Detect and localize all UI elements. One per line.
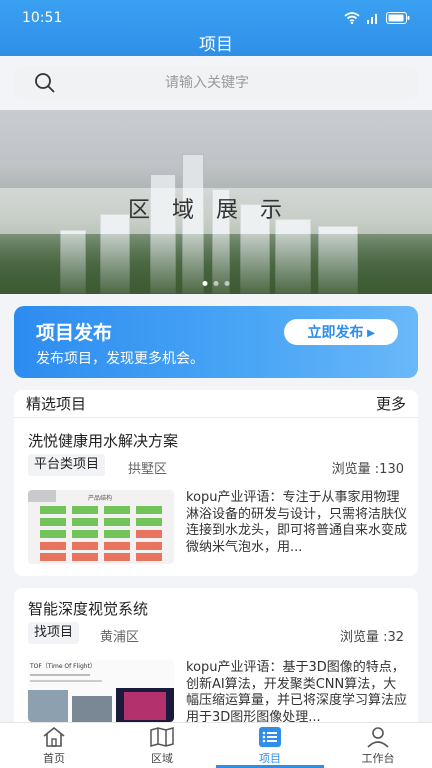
project-thumbnail[interactable]: TOF（Time Of Flight） [28,660,174,722]
thumbnail-label: 产品结构 [88,494,112,502]
project-district: 黄浦区 [100,630,140,645]
map-icon [150,726,174,747]
banner-carousel[interactable]: 区域展示 [0,110,432,294]
banner-caption: 区域展示 [0,188,432,234]
battery-icon [386,12,410,24]
carousel-dots [202,281,230,286]
tab-home[interactable]: 首页 [0,723,108,768]
project-card[interactable]: 智能深度视觉系统 找项目 黄浦区 浏览量 :32 TOF（Time Of Fli… [14,588,418,722]
page-title: 项目 [199,35,233,55]
project-title[interactable]: 智能深度视觉系统 [28,598,148,619]
project-district: 拱墅区 [128,462,168,477]
publish-project-card[interactable]: 项目发布 发布项目，发现更多机会。 立即发布 ▸ [14,306,418,378]
wifi-icon [344,12,360,24]
search-input[interactable] [56,75,358,91]
project-views: 浏览量 :130 [331,462,404,477]
project-tag: 平台类项目 [28,454,106,476]
publish-title: 项目发布 [36,322,113,344]
project-views: 浏览量 :32 [339,630,404,645]
more-link[interactable]: 更多 [376,393,406,414]
thumbnail-label: TOF（Time Of Flight） [29,663,96,670]
user-icon [367,726,389,748]
publish-now-button[interactable]: 立即发布 ▸ [284,319,398,345]
project-title[interactable]: 洗悦健康用水解决方案 [28,430,178,451]
status-bar: 10:51 [22,8,410,28]
tab-workbench[interactable]: 工作台 [324,723,432,768]
project-description: kopu产业评语：专注于从事家用物理淋浴设备的研发与设计，只需将洁肤仪连接到水龙… [186,490,408,555]
tab-region[interactable]: 区域 [108,723,216,768]
tab-projects[interactable]: 项目 [216,723,324,768]
search-bar[interactable] [14,66,418,100]
app-header: 10:51 项目 [0,0,432,56]
project-thumbnail[interactable]: 产品结构 [28,490,174,564]
project-description: kopu产业评语：基于3D图像的特点，创新AI算法，开发聚类CNN算法，大幅压缩… [186,660,408,722]
bottom-tab-bar: 首页 区域 项目 工作台 [0,722,432,768]
search-icon [35,73,55,93]
featured-projects: 精选项目 更多 洗悦健康用水解决方案 平台类项目 拱墅区 浏览量 :130 产品… [14,390,418,576]
project-tag: 找项目 [28,622,80,644]
signal-icon [367,14,377,24]
section-title: 精选项目 [26,395,87,413]
list-icon [259,726,281,747]
status-time: 10:51 [22,10,63,26]
publish-subtitle: 发布项目，发现更多机会。 [36,351,204,367]
home-icon [43,726,65,747]
